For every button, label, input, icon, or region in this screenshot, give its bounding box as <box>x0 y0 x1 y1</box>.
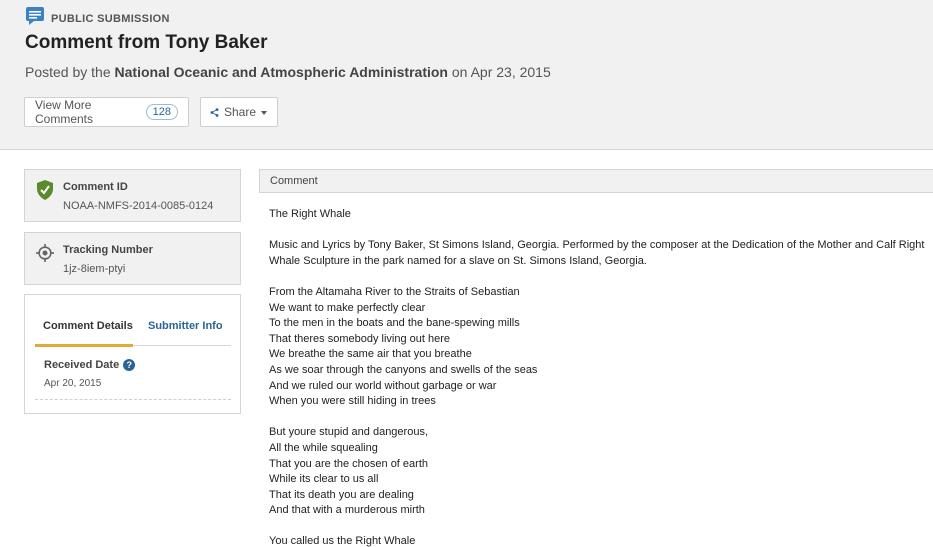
comment-heading: Comment <box>259 169 933 193</box>
comment-paragraph: You called us the Right Whale <box>269 534 933 547</box>
page-title: Comment from Tony Baker <box>25 32 268 53</box>
comment-line: That you are the chosen of earth <box>269 457 428 470</box>
comment-paragraph: But youre stupid and dangerous, All the w… <box>269 425 933 519</box>
tab-submitter-info[interactable]: Submitter Info <box>148 320 223 332</box>
posted-on: on <box>451 64 468 80</box>
comment-line: We want to make perfectly clear <box>269 301 426 314</box>
chevron-down-icon <box>261 111 267 115</box>
comment-line: That its death you are dealing <box>269 488 414 501</box>
target-icon <box>36 244 54 262</box>
comment-line: When you were still hiding in trees <box>269 395 436 408</box>
comment-line: We breathe the same air that you breathe <box>269 348 472 361</box>
comment-line: Whale Sculpture in the park named for a … <box>269 254 647 267</box>
posted-date: Apr 23, 2015 <box>470 64 551 80</box>
comment-id-box: Comment ID NOAA-NMFS-2014-0085-0124 <box>24 169 241 222</box>
tracking-number-box: Tracking Number 1jz-8iem-ptyi <box>24 232 241 285</box>
details-tabs: Comment Details Submitter Info <box>35 313 231 347</box>
comment-line: While its clear to us all <box>269 473 379 486</box>
view-more-comments-button[interactable]: View More Comments 128 <box>24 97 189 127</box>
active-tab-indicator <box>35 344 133 347</box>
comment-count-badge: 128 <box>145 104 178 120</box>
page-header: PUBLIC SUBMISSION Comment from Tony Bake… <box>0 0 933 150</box>
comment-paragraph: From the Altamaha River to the Straits o… <box>269 285 933 410</box>
comment-paragraph: The Right Whale <box>269 207 933 223</box>
share-button[interactable]: Share <box>200 97 278 127</box>
share-icon <box>210 107 219 117</box>
comment-line: That theres somebody living out here <box>269 332 450 345</box>
comment-line: Music and Lyrics by Tony Baker, St Simon… <box>269 239 925 252</box>
comment-paragraph: Music and Lyrics by Tony Baker, St Simon… <box>269 238 933 269</box>
comment-body: The Right Whale Music and Lyrics by Tony … <box>269 207 933 547</box>
tracking-number-value: 1jz-8iem-ptyi <box>63 263 126 275</box>
comment-line: The Right Whale <box>269 208 351 220</box>
view-more-label: View More Comments <box>35 98 94 126</box>
document-type-label: PUBLIC SUBMISSION <box>51 12 170 25</box>
document-type: PUBLIC SUBMISSION <box>25 6 170 26</box>
tracking-number-label: Tracking Number <box>63 244 153 256</box>
comment-line: As we soar through the canyons and swell… <box>269 363 538 376</box>
help-icon[interactable]: ? <box>123 359 136 371</box>
comment-line: And that with a murderous mirth <box>269 504 425 517</box>
received-date-label-row: Received Date ? <box>44 359 136 371</box>
comment-line: From the Altamaha River to the Straits o… <box>269 285 520 298</box>
agency-name: National Oceanic and Atmospheric Adminis… <box>114 64 448 80</box>
tab-comment-details[interactable]: Comment Details <box>43 320 133 332</box>
posted-by: Posted by the National Oceanic and Atmos… <box>25 64 551 80</box>
comment-line: And we ruled our world without garbage o… <box>269 379 497 392</box>
received-date-value: Apr 20, 2015 <box>44 378 102 389</box>
divider <box>35 399 231 400</box>
comment-icon <box>26 7 44 25</box>
received-date-label: Received Date <box>44 359 120 371</box>
comment-line: To the men in the boats and the bane-spe… <box>269 317 520 330</box>
comment-id-value: NOAA-NMFS-2014-0085-0124 <box>63 200 214 212</box>
details-panel: Comment Details Submitter Info Received … <box>24 294 241 414</box>
shield-check-icon <box>37 180 53 200</box>
share-label: Share <box>223 105 256 119</box>
comment-line: All the while squealing <box>269 441 378 454</box>
comment-line: You called us the Right Whale <box>269 535 416 547</box>
comment-line: But youre stupid and dangerous, <box>269 426 429 439</box>
posted-prefix: Posted by the <box>25 64 111 80</box>
comment-id-label: Comment ID <box>63 181 128 193</box>
